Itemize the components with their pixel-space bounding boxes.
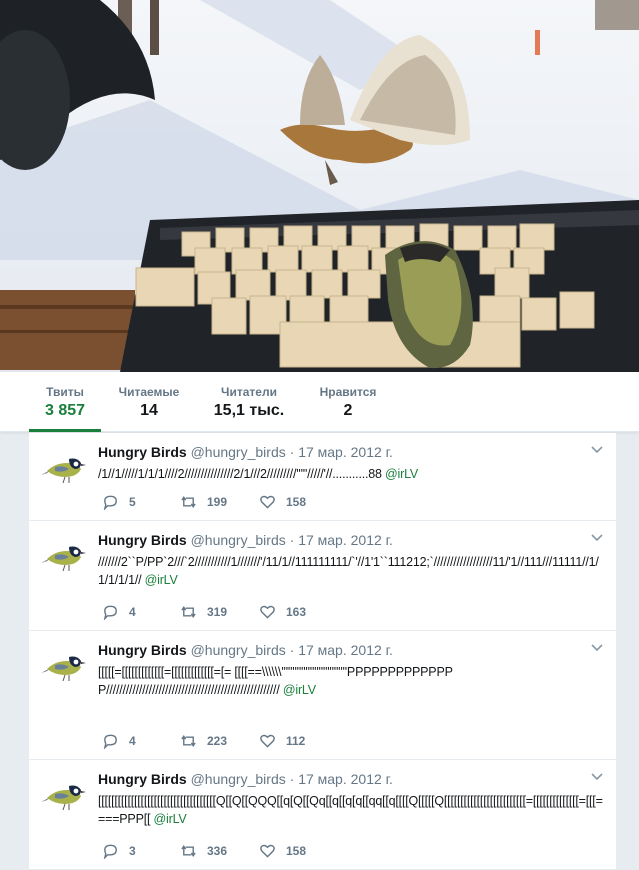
tweet-author-handle[interactable]: @hungry_birds: [191, 771, 286, 787]
stat-followers-value: 15,1 тыс.: [213, 402, 285, 419]
like-count: 163: [286, 605, 307, 619]
like-count: 112: [286, 734, 306, 748]
stat-followers-label: Читатели: [221, 385, 277, 399]
tweet-author-handle[interactable]: @hungry_birds: [191, 532, 286, 548]
tweet-separator: ·: [289, 532, 295, 548]
stat-following-label: Читаемые: [118, 385, 180, 399]
reply-button[interactable]: 4: [102, 603, 136, 621]
tweet-item[interactable]: Hungry Birds @hungry_birds · 17 мар. 201…: [29, 631, 616, 760]
like-count: 158: [286, 495, 307, 509]
bird-avatar[interactable]: [41, 643, 87, 689]
tweet-text: [[[[[[[[[[[[[[[[[[[[[[[[[[[[[[[[[[[[Q[[Q…: [98, 792, 604, 828]
tweet-date[interactable]: 17 мар. 2012 г.: [298, 771, 393, 787]
tweet-header: Hungry Birds @hungry_birds · 17 мар. 201…: [98, 641, 604, 659]
tweet-author-name[interactable]: Hungry Birds: [98, 642, 187, 658]
tweet-actions: 4 223 112: [102, 732, 342, 750]
tweet-date[interactable]: 17 мар. 2012 г.: [298, 642, 393, 658]
tweet-separator: ·: [289, 444, 295, 460]
heart-icon: [260, 495, 275, 509]
tweet-item[interactable]: Hungry Birds @hungry_birds · 17 мар. 201…: [29, 433, 616, 521]
retweet-count: 319: [207, 605, 228, 619]
tweet-timeline: Hungry Birds @hungry_birds · 17 мар. 201…: [29, 433, 616, 870]
stat-followers[interactable]: Читатели 15,1 тыс.: [204, 372, 294, 432]
retweet-button[interactable]: 336: [180, 842, 227, 860]
bird-avatar[interactable]: [41, 533, 87, 579]
retweet-count: 223: [207, 734, 228, 748]
stat-likes[interactable]: Нравится 2: [312, 372, 384, 432]
stat-likes-value: 2: [343, 402, 353, 419]
chevron-down-icon[interactable]: [590, 643, 604, 653]
profile-stats-bar: Твиты 3 857 Читаемые 14 Читатели 15,1 ты…: [0, 372, 639, 432]
tweet-author-name[interactable]: Hungry Birds: [98, 771, 187, 787]
tweet-author-name[interactable]: Hungry Birds: [98, 532, 187, 548]
retweet-count: 199: [207, 495, 228, 509]
heart-icon: [260, 844, 275, 858]
reply-icon: [103, 495, 117, 510]
retweet-icon: [181, 606, 196, 618]
tweet-text: ///////2``P/PP`2///`2///////////1///////…: [98, 553, 604, 589]
chevron-down-icon[interactable]: [590, 533, 604, 543]
tweet-date[interactable]: 17 мар. 2012 г.: [298, 532, 393, 548]
tweet-separator: ·: [289, 771, 295, 787]
like-button[interactable]: 112: [259, 732, 305, 750]
reply-button[interactable]: 3: [102, 842, 136, 860]
tweet-actions: 5 199 158: [102, 493, 342, 511]
heart-icon: [260, 734, 275, 748]
reply-count: 3: [129, 844, 136, 858]
reply-count: 4: [129, 734, 136, 748]
retweet-icon: [181, 496, 196, 508]
reply-button[interactable]: 5: [102, 493, 136, 511]
tweet-mention-link[interactable]: @irLV: [283, 683, 316, 697]
reply-icon: [103, 605, 117, 620]
heart-icon: [260, 605, 275, 619]
retweet-button[interactable]: 319: [180, 603, 227, 621]
tweet-author-handle[interactable]: @hungry_birds: [191, 444, 286, 460]
stat-following-value: 14: [140, 402, 158, 419]
like-count: 158: [286, 844, 307, 858]
bird-avatar[interactable]: [41, 445, 87, 491]
chevron-down-icon[interactable]: [590, 772, 604, 782]
tweet-separator: ·: [289, 642, 295, 658]
tweet-header: Hungry Birds @hungry_birds · 17 мар. 201…: [98, 531, 604, 549]
tweet-text: [[[[[=[[[[[[[[[[[[[=[[[[[[[[[[[[[=[= [[[…: [98, 663, 604, 699]
tweet-item[interactable]: Hungry Birds @hungry_birds · 17 мар. 201…: [29, 521, 616, 631]
tweet-header: Hungry Birds @hungry_birds · 17 мар. 201…: [98, 443, 604, 461]
profile-banner: [0, 0, 639, 372]
tweet-author-handle[interactable]: @hungry_birds: [191, 642, 286, 658]
retweet-icon: [181, 845, 196, 857]
reply-count: 5: [129, 495, 136, 509]
stat-tweets-value: 3 857: [44, 402, 86, 419]
tweet-mention-link[interactable]: @irLV: [145, 573, 178, 587]
tweet-body: [[[[[=[[[[[[[[[[[[[=[[[[[[[[[[[[[=[= [[[…: [98, 665, 453, 697]
reply-icon: [103, 844, 117, 859]
bird-avatar[interactable]: [41, 772, 87, 818]
stat-tweets[interactable]: Твиты 3 857: [29, 372, 101, 432]
like-button[interactable]: 163: [259, 603, 306, 621]
chevron-down-icon[interactable]: [590, 445, 604, 455]
tweet-header: Hungry Birds @hungry_birds · 17 мар. 201…: [98, 770, 604, 788]
tweet-mention-link[interactable]: @irLV: [154, 812, 187, 826]
reply-icon: [103, 734, 117, 749]
stat-likes-label: Нравится: [319, 385, 377, 399]
like-button[interactable]: 158: [259, 493, 306, 511]
tweet-actions: 4 319 163: [102, 603, 342, 621]
tweet-item[interactable]: Hungry Birds @hungry_birds · 17 мар. 201…: [29, 760, 616, 870]
tweet-body: /1//1/////1/1/1////2///////////////2/1//…: [98, 467, 382, 481]
tweet-mention-link[interactable]: @irLV: [385, 467, 418, 481]
tweet-actions: 3 336 158: [102, 842, 342, 860]
banner-photo: [0, 0, 639, 372]
retweet-button[interactable]: 199: [180, 493, 227, 511]
stat-tweets-label: Твиты: [46, 385, 84, 399]
retweet-count: 336: [207, 844, 228, 858]
tweet-date[interactable]: 17 мар. 2012 г.: [298, 444, 393, 460]
retweet-icon: [181, 735, 196, 747]
stat-following[interactable]: Читаемые 14: [113, 372, 185, 432]
like-button[interactable]: 158: [259, 842, 306, 860]
tweet-author-name[interactable]: Hungry Birds: [98, 444, 187, 460]
tweet-text: /1//1/////1/1/1////2///////////////2/1//…: [98, 465, 604, 483]
reply-button[interactable]: 4: [102, 732, 136, 750]
reply-count: 4: [129, 605, 136, 619]
retweet-button[interactable]: 223: [180, 732, 227, 750]
